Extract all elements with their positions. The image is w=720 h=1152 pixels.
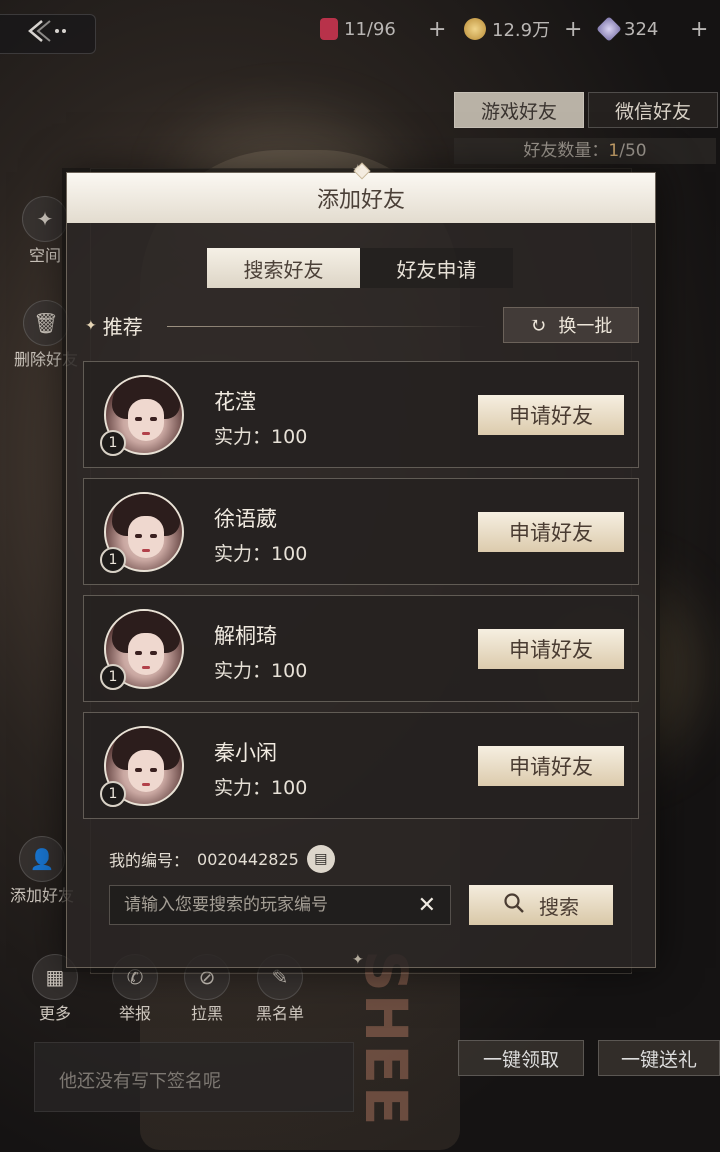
side-item-add-friend[interactable]: 👤 添加好友: [10, 836, 74, 906]
player-power: 实力：100: [214, 539, 307, 566]
side-item-label: 更多: [38, 1004, 71, 1023]
power-label: 实力：: [214, 660, 272, 682]
side-item-space[interactable]: ✦ 空间: [22, 196, 68, 266]
modal-title: 添加好友: [316, 188, 405, 213]
tab-wechat-friends[interactable]: 微信好友: [588, 92, 718, 128]
player-name: 秦小闲: [214, 741, 277, 765]
search-label: 搜索: [539, 894, 579, 919]
level-badge: 1: [100, 781, 126, 807]
friend-count: 好友数量：1/50: [454, 138, 716, 164]
claim-all-button[interactable]: 一键领取: [458, 1040, 584, 1076]
add-stamina-button[interactable]: +: [428, 14, 446, 44]
refresh-icon: ↻: [529, 313, 547, 337]
sparkle-icon: ✦: [352, 952, 364, 968]
diamond-counter: 324: [596, 14, 659, 44]
player-power: 实力：100: [214, 656, 307, 683]
trash-icon: 🗑: [23, 300, 69, 346]
copy-icon[interactable]: ▤: [306, 845, 335, 873]
signature-box: 他还没有写下签名呢: [34, 1042, 354, 1112]
modal-header: 添加好友: [67, 173, 655, 223]
player-name: 花滢: [214, 390, 256, 414]
power-label: 实力：: [214, 543, 272, 565]
friend-count-total: /50: [619, 141, 647, 161]
side-item-label: 添加好友: [10, 886, 75, 905]
tab-friend-requests[interactable]: 好友申请: [360, 248, 513, 288]
search-box: ✕: [109, 885, 451, 925]
side-item-label: 黑名单: [256, 1004, 305, 1023]
add-gold-button[interactable]: +: [564, 14, 582, 44]
drink-icon: [320, 18, 338, 40]
my-id-row: 我的编号： 0020442825 ▤: [109, 845, 335, 873]
power-value: 100: [271, 777, 308, 799]
level-badge: 1: [100, 430, 126, 456]
divider: [167, 326, 487, 327]
power-value: 100: [271, 426, 308, 448]
gift-all-button[interactable]: 一键送礼: [598, 1040, 720, 1076]
sparkle-icon: ✦: [85, 317, 97, 334]
stamina-counter: 11/96: [320, 14, 396, 44]
side-item-label: 举报: [118, 1004, 151, 1023]
stamina-value: 11/96: [344, 18, 396, 40]
recommend-heading: ✦ 推荐: [85, 311, 143, 340]
my-id-label: 我的编号：: [109, 851, 190, 870]
tab-search-friend[interactable]: 搜索好友: [207, 248, 360, 288]
side-item-label: 拉黑: [190, 1004, 223, 1023]
search-button[interactable]: 搜索: [469, 885, 613, 925]
player-name: 徐语葳: [214, 507, 277, 531]
coin-icon: [464, 18, 486, 40]
player-id-search-input[interactable]: [124, 895, 418, 915]
power-label: 实力：: [214, 426, 272, 448]
add-friend-modal: 添加好友 搜索好友 好友申请 ✦ 推荐 ↻ 换一批 1 花滢 实力：100 申请…: [66, 162, 656, 968]
gold-value: 12.9万: [492, 20, 551, 41]
recommend-card: 1 解桐琦 实力：100 申请好友: [83, 595, 639, 702]
modal-tabs: 搜索好友 好友申请: [207, 248, 513, 288]
search-icon: [503, 892, 525, 919]
friend-tabs: 游戏好友 微信好友: [454, 92, 718, 128]
player-power: 实力：100: [214, 422, 307, 449]
player-power: 实力：100: [214, 773, 307, 800]
back-button[interactable]: [0, 14, 96, 54]
friend-count-label: 好友数量：: [523, 141, 609, 161]
level-badge: 1: [100, 547, 126, 573]
back-arrow-icon: [26, 18, 70, 50]
apply-friend-button[interactable]: 申请好友: [478, 395, 624, 435]
friend-count-current: 1: [608, 141, 620, 161]
my-id-value: 0020442825: [197, 849, 299, 869]
star-icon: ✦: [22, 196, 68, 242]
gold-counter: 12.9万: [464, 14, 550, 44]
background-text: SHEE: [352, 950, 420, 1128]
recommend-card: 1 秦小闲 实力：100 申请好友: [83, 712, 639, 819]
sparkle-icon: ✦: [352, 162, 364, 178]
apply-friend-button[interactable]: 申请好友: [478, 512, 624, 552]
add-friend-icon: 👤: [19, 836, 65, 882]
diamond-value: 324: [624, 18, 659, 40]
power-value: 100: [271, 660, 308, 682]
tab-game-friends[interactable]: 游戏好友: [454, 92, 584, 128]
level-badge: 1: [100, 664, 126, 690]
recommend-card: 1 花滢 实力：100 申请好友: [83, 361, 639, 468]
player-name: 解桐琦: [214, 624, 277, 648]
recommend-label: 推荐: [102, 315, 143, 339]
power-label: 实力：: [214, 777, 272, 799]
add-diamond-button[interactable]: +: [690, 14, 708, 44]
diamond-icon: [596, 16, 622, 42]
apply-friend-button[interactable]: 申请好友: [478, 629, 624, 669]
side-item-label: 空间: [28, 246, 61, 265]
apply-friend-button[interactable]: 申请好友: [478, 746, 624, 786]
power-value: 100: [271, 543, 308, 565]
refresh-button[interactable]: ↻ 换一批: [503, 307, 639, 343]
recommend-card: 1 徐语葳 实力：100 申请好友: [83, 478, 639, 585]
clear-icon[interactable]: ✕: [418, 893, 436, 918]
refresh-label: 换一批: [558, 316, 613, 337]
